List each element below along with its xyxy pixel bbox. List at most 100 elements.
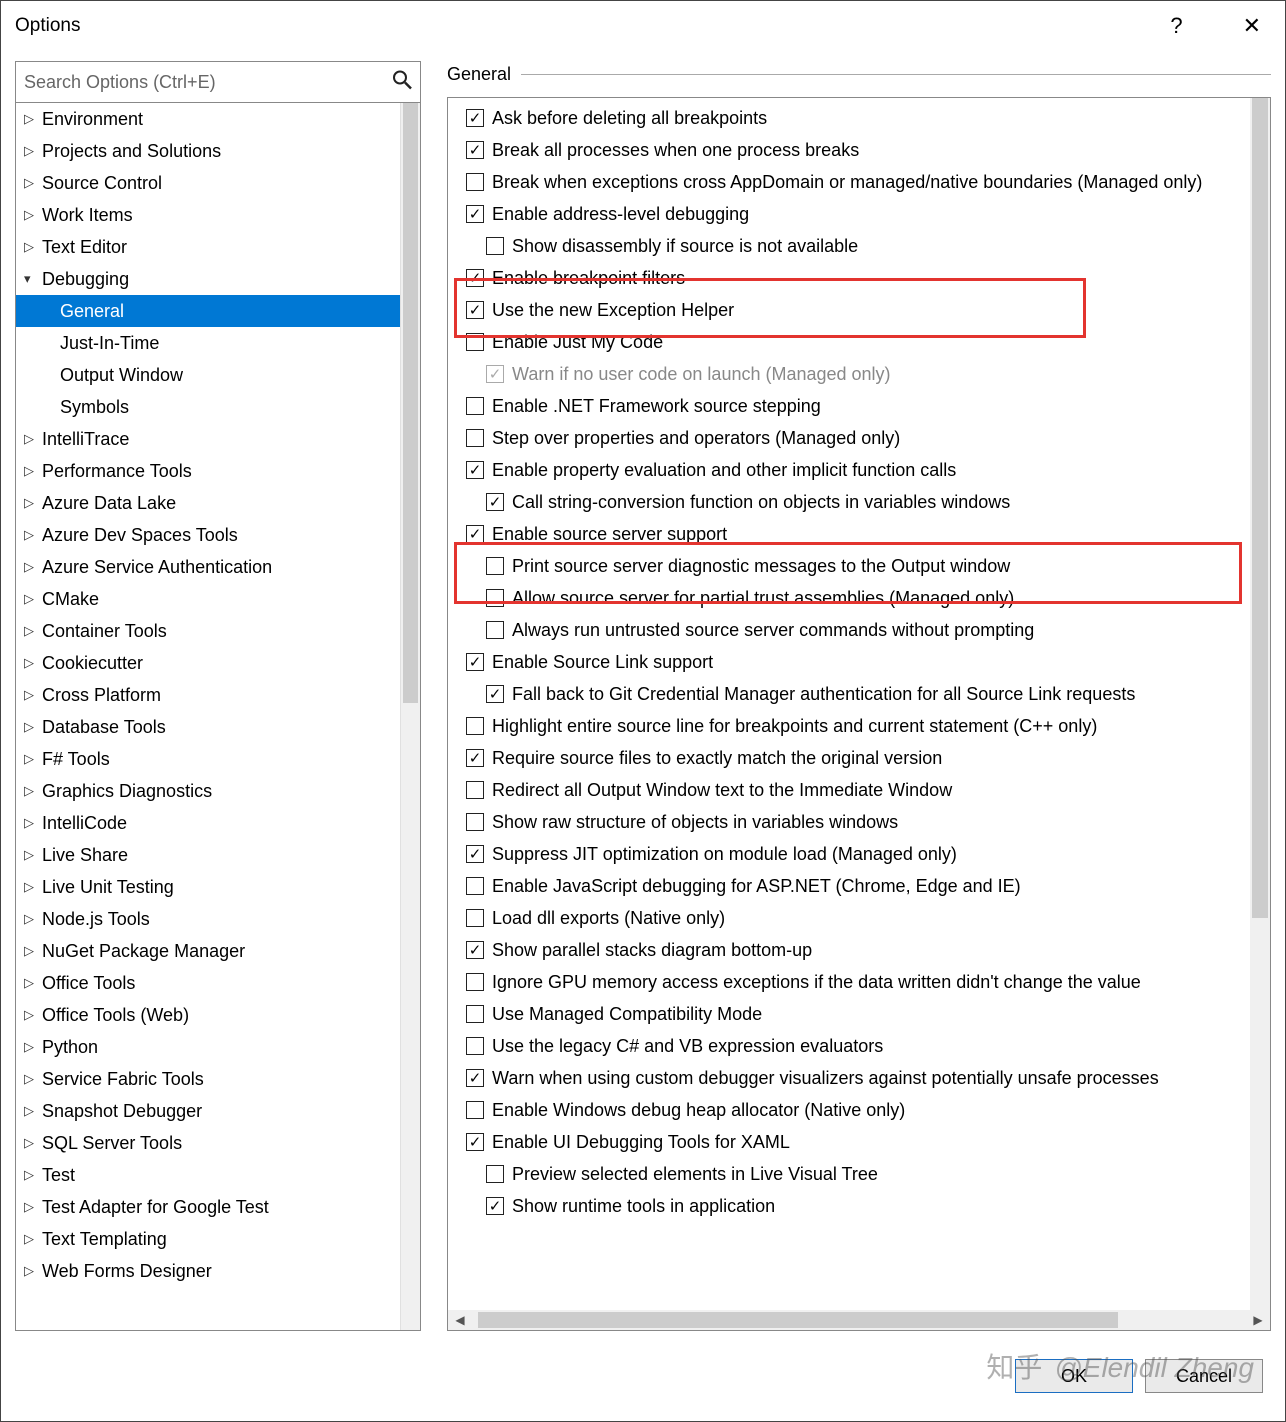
checkbox[interactable] xyxy=(466,717,484,735)
caret-right-icon[interactable]: ▷ xyxy=(24,655,42,671)
tree-item[interactable]: ▷Source Control xyxy=(16,167,420,199)
tree-item[interactable]: ▷IntelliCode xyxy=(16,807,420,839)
caret-right-icon[interactable]: ▷ xyxy=(24,111,42,127)
tree-item[interactable]: General xyxy=(16,295,420,327)
tree-item[interactable]: ▷Projects and Solutions xyxy=(16,135,420,167)
caret-right-icon[interactable]: ▷ xyxy=(24,495,42,511)
caret-right-icon[interactable]: ▷ xyxy=(24,687,42,703)
tree-item[interactable]: ▷Text Templating xyxy=(16,1223,420,1255)
help-icon[interactable]: ? xyxy=(1140,13,1212,39)
checkbox[interactable] xyxy=(466,749,484,767)
tree-item[interactable]: ▷Snapshot Debugger xyxy=(16,1095,420,1127)
caret-down-icon[interactable]: ▾ xyxy=(24,271,42,287)
cancel-button[interactable]: Cancel xyxy=(1145,1359,1263,1393)
tree-item[interactable]: ▷Service Fabric Tools xyxy=(16,1063,420,1095)
checkbox[interactable] xyxy=(466,813,484,831)
checkbox[interactable] xyxy=(486,557,504,575)
close-icon[interactable]: ✕ xyxy=(1213,13,1275,39)
tree-item[interactable]: Symbols xyxy=(16,391,420,423)
caret-right-icon[interactable]: ▷ xyxy=(24,1231,42,1247)
hscroll-left-icon[interactable]: ◀ xyxy=(448,1310,472,1330)
tree-item[interactable]: ▷Live Unit Testing xyxy=(16,871,420,903)
tree-item[interactable]: ▷Cross Platform xyxy=(16,679,420,711)
caret-right-icon[interactable]: ▷ xyxy=(24,143,42,159)
caret-right-icon[interactable]: ▷ xyxy=(24,1103,42,1119)
checkbox[interactable] xyxy=(466,397,484,415)
tree-item[interactable]: ▷Text Editor xyxy=(16,231,420,263)
caret-right-icon[interactable]: ▷ xyxy=(24,1007,42,1023)
checkbox[interactable] xyxy=(466,653,484,671)
caret-right-icon[interactable]: ▷ xyxy=(24,911,42,927)
checkbox[interactable] xyxy=(466,429,484,447)
options-hscrollbar-thumb[interactable] xyxy=(478,1312,1118,1328)
tree-item[interactable]: ▷Node.js Tools xyxy=(16,903,420,935)
tree-item[interactable]: Output Window xyxy=(16,359,420,391)
tree-item[interactable]: ▷NuGet Package Manager xyxy=(16,935,420,967)
tree-item[interactable]: ▷Work Items xyxy=(16,199,420,231)
checkbox[interactable] xyxy=(486,685,504,703)
checkbox[interactable] xyxy=(466,461,484,479)
tree-item[interactable]: ▷Azure Service Authentication xyxy=(16,551,420,583)
checkbox[interactable] xyxy=(486,1197,504,1215)
checkbox[interactable] xyxy=(486,493,504,511)
checkbox[interactable] xyxy=(466,525,484,543)
tree-item[interactable]: ▷Web Forms Designer xyxy=(16,1255,420,1287)
checkbox[interactable] xyxy=(466,173,484,191)
nav-tree[interactable]: ▷Environment▷Projects and Solutions▷Sour… xyxy=(16,103,420,1330)
options-vscrollbar-thumb[interactable] xyxy=(1252,98,1268,918)
caret-right-icon[interactable]: ▷ xyxy=(24,1263,42,1279)
checkbox[interactable] xyxy=(466,1069,484,1087)
tree-scrollbar[interactable] xyxy=(400,103,420,1330)
tree-item[interactable]: ▷Azure Dev Spaces Tools xyxy=(16,519,420,551)
tree-item[interactable]: ▷Live Share xyxy=(16,839,420,871)
caret-right-icon[interactable]: ▷ xyxy=(24,1135,42,1151)
caret-right-icon[interactable]: ▷ xyxy=(24,1039,42,1055)
caret-right-icon[interactable]: ▷ xyxy=(24,1167,42,1183)
options-vscrollbar[interactable] xyxy=(1250,98,1270,1310)
caret-right-icon[interactable]: ▷ xyxy=(24,847,42,863)
hscroll-right-icon[interactable]: ▶ xyxy=(1246,1310,1270,1330)
search-icon[interactable] xyxy=(392,70,412,95)
caret-right-icon[interactable]: ▷ xyxy=(24,943,42,959)
tree-item[interactable]: ▷Test xyxy=(16,1159,420,1191)
caret-right-icon[interactable]: ▷ xyxy=(24,719,42,735)
checkbox[interactable] xyxy=(466,1101,484,1119)
tree-item[interactable]: ▷Office Tools (Web) xyxy=(16,999,420,1031)
caret-right-icon[interactable]: ▷ xyxy=(24,463,42,479)
tree-item[interactable]: Just-In-Time xyxy=(16,327,420,359)
tree-item[interactable]: ▷Graphics Diagnostics xyxy=(16,775,420,807)
checkbox[interactable] xyxy=(466,845,484,863)
checkbox[interactable] xyxy=(466,141,484,159)
tree-item[interactable]: ▷SQL Server Tools xyxy=(16,1127,420,1159)
caret-right-icon[interactable]: ▷ xyxy=(24,879,42,895)
checkbox[interactable] xyxy=(466,1005,484,1023)
tree-item[interactable]: ▷Azure Data Lake xyxy=(16,487,420,519)
caret-right-icon[interactable]: ▷ xyxy=(24,751,42,767)
checkbox[interactable] xyxy=(466,109,484,127)
tree-scrollbar-thumb[interactable] xyxy=(403,103,418,703)
tree-item[interactable]: ▾Debugging xyxy=(16,263,420,295)
tree-item[interactable]: ▷Test Adapter for Google Test xyxy=(16,1191,420,1223)
ok-button[interactable]: OK xyxy=(1015,1359,1133,1393)
caret-right-icon[interactable]: ▷ xyxy=(24,431,42,447)
checkbox[interactable] xyxy=(466,301,484,319)
tree-item[interactable]: ▷Office Tools xyxy=(16,967,420,999)
checkbox[interactable] xyxy=(466,1037,484,1055)
caret-right-icon[interactable]: ▷ xyxy=(24,623,42,639)
tree-item[interactable]: ▷F# Tools xyxy=(16,743,420,775)
checkbox[interactable] xyxy=(486,621,504,639)
checkbox[interactable] xyxy=(466,781,484,799)
caret-right-icon[interactable]: ▷ xyxy=(24,559,42,575)
tree-item[interactable]: ▷Database Tools xyxy=(16,711,420,743)
tree-item[interactable]: ▷Cookiecutter xyxy=(16,647,420,679)
checkbox[interactable] xyxy=(466,973,484,991)
checkbox[interactable] xyxy=(466,333,484,351)
tree-item[interactable]: ▷Python xyxy=(16,1031,420,1063)
checkbox[interactable] xyxy=(486,589,504,607)
caret-right-icon[interactable]: ▷ xyxy=(24,207,42,223)
caret-right-icon[interactable]: ▷ xyxy=(24,975,42,991)
caret-right-icon[interactable]: ▷ xyxy=(24,239,42,255)
checkbox[interactable] xyxy=(466,1133,484,1151)
search-input[interactable] xyxy=(16,62,420,102)
checkbox[interactable] xyxy=(486,237,504,255)
